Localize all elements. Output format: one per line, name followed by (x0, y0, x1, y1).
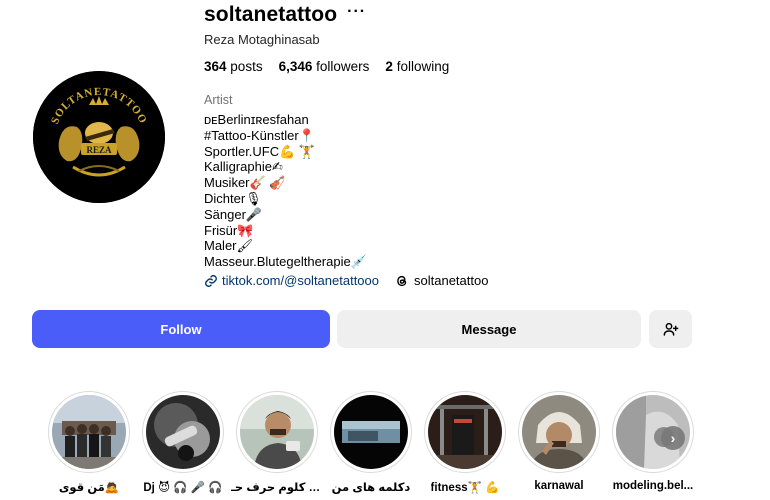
highlight-ring (424, 391, 506, 473)
chevron-right-icon[interactable]: › (661, 426, 685, 450)
followers-label: followers (316, 59, 370, 74)
highlight-item[interactable]: مَن قوی🙇 (42, 391, 136, 494)
suggested-accounts-button[interactable] (649, 310, 692, 348)
more-options-icon[interactable]: ··· (347, 4, 366, 20)
profile-avatar[interactable]: SOLTANETATTOO REZA (33, 71, 165, 203)
highlight-label: Dj 😈 🎧 🎤 🎧 (143, 482, 223, 494)
avatar-logo-subtext: REZA (86, 145, 112, 155)
following-count: 2 (385, 59, 393, 74)
highlight-cover (240, 395, 314, 469)
highlight-item[interactable]: karnawal (512, 391, 606, 494)
profile-category: Artist (204, 93, 233, 107)
followers-stat[interactable]: 6,346 followers (279, 59, 370, 74)
bio-line: Masseur.Blutegeltherapie💉 (204, 254, 367, 270)
highlight-label: modeling.bel... (612, 480, 694, 492)
bio-line[interactable]: #Tattoo-Künstler📍 (204, 128, 367, 144)
following-stat[interactable]: 2 following (385, 59, 449, 74)
link-icon (205, 274, 217, 287)
followers-count: 6,346 (278, 59, 313, 74)
highlight-item[interactable]: دکلمه های من (324, 391, 418, 494)
person-add-icon (663, 322, 678, 336)
external-link[interactable]: tiktok.com/@soltanetattooo (204, 273, 379, 288)
highlight-label: مَن قوی🙇 (58, 482, 120, 494)
bio-line: Maler🖌 (204, 238, 254, 254)
bio-line: Sportler.UFC💪 🏋 (204, 143, 316, 159)
bio-line: Kalligraphie✍ (204, 159, 283, 175)
bio-line: Dichter🎙 (204, 190, 262, 206)
bio-line: Frisür🎀 (204, 222, 254, 238)
follow-button[interactable]: Follow (32, 310, 330, 348)
highlight-cover (522, 395, 596, 469)
full-name: Reza Motaghinasab (204, 32, 320, 47)
username: soltanetattoo (204, 3, 338, 26)
highlight-ring (236, 391, 318, 473)
following-label: following (396, 59, 450, 74)
profile-stats: 364 posts 6,346 followers 2 following (204, 59, 465, 74)
highlight-cover (146, 395, 220, 469)
bio-line: ᴅᴇBerlinɪʀesfahan (204, 112, 309, 127)
profile-links: tiktok.com/@soltanetattooo soltanetattoo (204, 273, 488, 288)
highlight-item[interactable]: Dj 😈 🎧 🎤 🎧 (136, 391, 230, 494)
bio-line: Musiker🎸 🎻 (204, 175, 286, 191)
threads-icon (397, 275, 407, 286)
highlight-label: دکلمه های من (331, 482, 411, 494)
message-button[interactable]: Message (337, 310, 641, 348)
highlight-ring (518, 391, 600, 473)
username-row: soltanetattoo ··· (204, 3, 366, 27)
highlight-label: karnawal (534, 480, 584, 492)
threads-text: soltanetattoo (414, 273, 489, 288)
highlight-item[interactable]: fitness🏋 💪 (418, 391, 512, 494)
highlight-label: دو کلوم حرف حـ... (231, 482, 323, 494)
external-link-text: tiktok.com/@soltanetattooo (222, 273, 379, 288)
highlight-item[interactable]: modeling.bel... (606, 391, 700, 494)
highlight-item[interactable]: دو کلوم حرف حـ... (230, 391, 324, 494)
posts-label: posts (230, 59, 263, 74)
highlight-label: fitness🏋 💪 (430, 482, 500, 494)
highlight-ring (142, 391, 224, 473)
highlight-cover (428, 395, 502, 469)
profile-bio: ᴅᴇBerlinɪʀesfahan #Tattoo-Künstler📍 Spor… (204, 112, 367, 270)
highlight-ring (330, 391, 412, 473)
story-highlights: مَن قوی🙇 Dj 😈 🎧 🎤 🎧 دو کلوم حرف حـ دکلمه… (42, 391, 700, 494)
posts-count: 364 (204, 59, 227, 74)
highlight-cover (334, 395, 408, 469)
threads-link[interactable]: soltanetattoo (395, 273, 488, 288)
bio-line: Sänger🎤 (204, 206, 263, 222)
posts-stat[interactable]: 364 posts (204, 59, 263, 74)
highlight-cover (52, 395, 126, 469)
highlight-ring (48, 391, 130, 473)
